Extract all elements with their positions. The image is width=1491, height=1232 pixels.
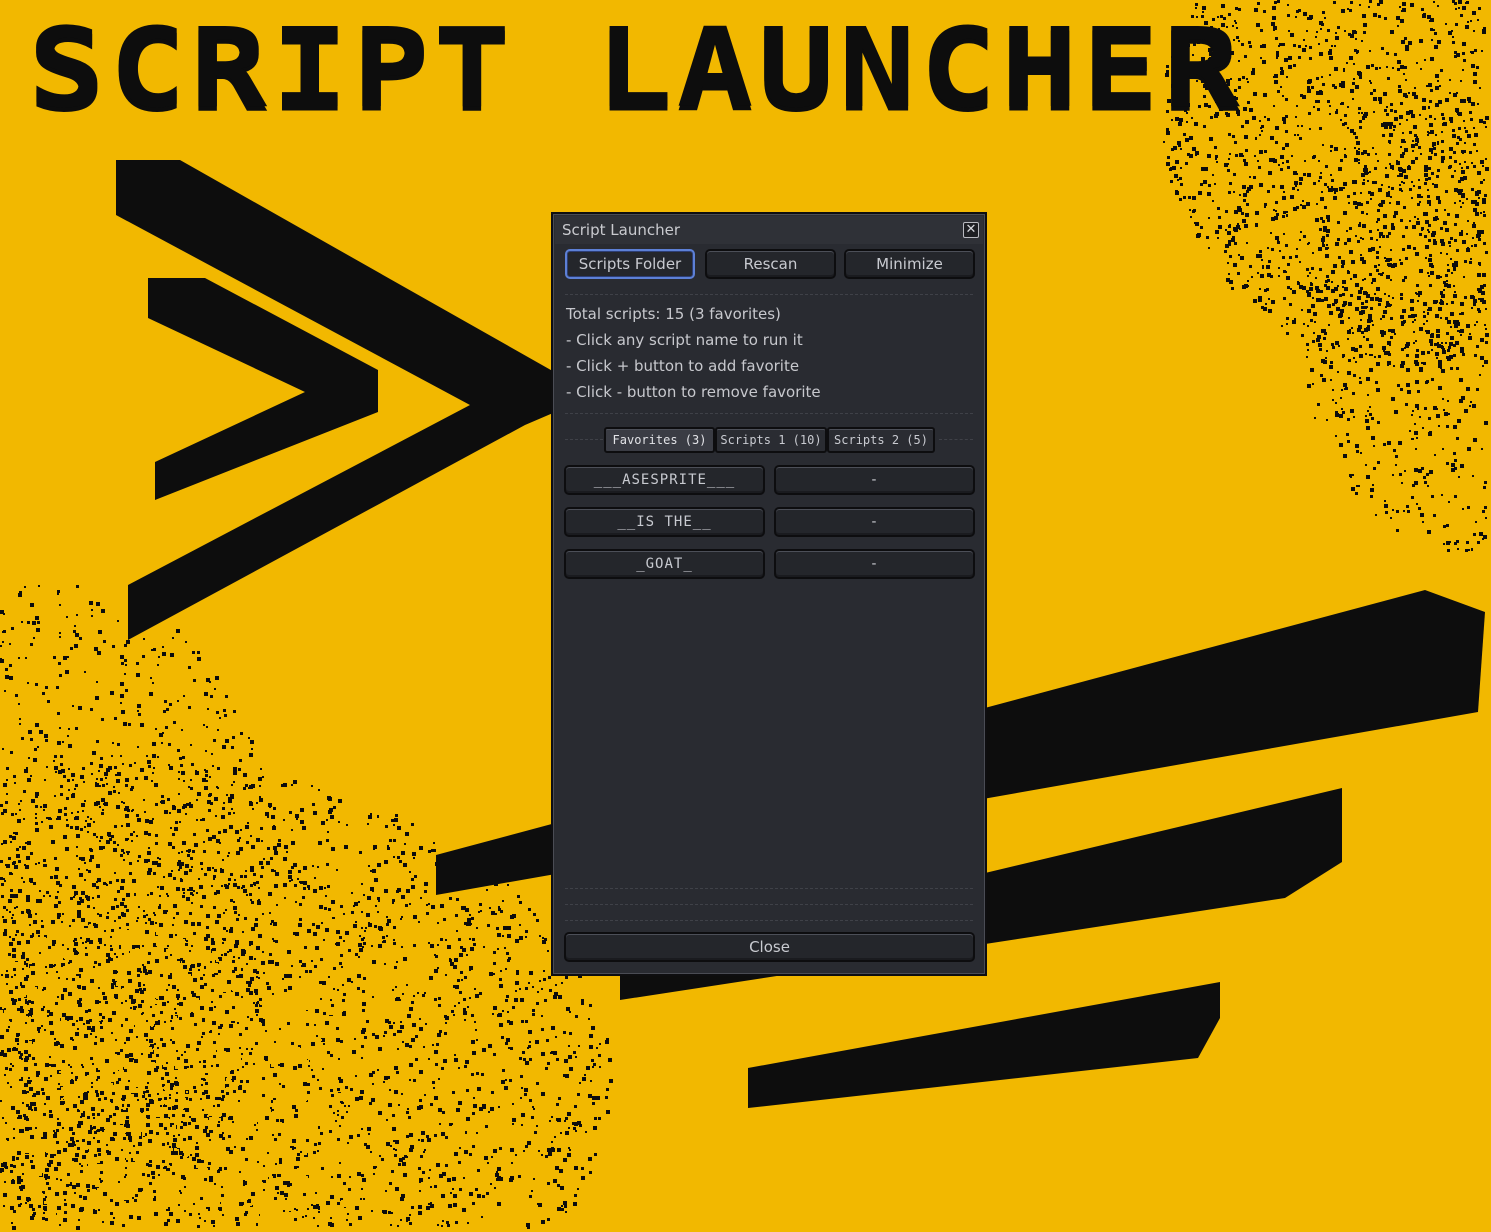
remove-favorite-button[interactable]: - bbox=[774, 507, 975, 537]
minimize-button[interactable]: Minimize bbox=[844, 249, 975, 279]
help-text-run: - Click any script name to run it bbox=[566, 331, 803, 349]
remove-favorite-button[interactable]: - bbox=[774, 465, 975, 495]
separator bbox=[565, 294, 973, 295]
separator bbox=[939, 439, 973, 440]
total-scripts-text: Total scripts: 15 (3 favorites) bbox=[566, 305, 781, 323]
dialog-titlebar[interactable]: Script Launcher ✕ bbox=[555, 216, 983, 244]
help-text-remove: - Click - button to remove favorite bbox=[566, 383, 821, 401]
tab-favorites[interactable]: Favorites (3) bbox=[604, 427, 715, 453]
stripe-shape bbox=[748, 982, 1220, 1108]
separator bbox=[565, 920, 973, 921]
help-text-add: - Click + button to add favorite bbox=[566, 357, 800, 375]
favorite-script-button[interactable]: _GOAT_ bbox=[564, 549, 765, 579]
separator bbox=[565, 413, 973, 414]
scripts-folder-button[interactable]: Scripts Folder bbox=[565, 249, 695, 279]
tab-scripts-2[interactable]: Scripts 2 (5) bbox=[827, 427, 935, 453]
script-launcher-dialog: Script Launcher ✕ Scripts Folder Rescan … bbox=[551, 212, 987, 976]
tab-scripts-1[interactable]: Scripts 1 (10) bbox=[715, 427, 827, 453]
close-button[interactable]: Close bbox=[564, 932, 975, 962]
separator bbox=[565, 439, 603, 440]
favorite-script-button[interactable]: ___ASESPRITE___ bbox=[564, 465, 765, 495]
separator bbox=[565, 888, 973, 889]
dialog-title: Script Launcher bbox=[562, 221, 680, 239]
close-icon[interactable]: ✕ bbox=[963, 222, 979, 238]
separator bbox=[565, 904, 973, 905]
favorite-script-button[interactable]: __IS THE__ bbox=[564, 507, 765, 537]
script-launcher-title-art: SCRIPT LAUNCHER bbox=[28, 4, 1244, 133]
rescan-button[interactable]: Rescan bbox=[705, 249, 836, 279]
remove-favorite-button[interactable]: - bbox=[774, 549, 975, 579]
